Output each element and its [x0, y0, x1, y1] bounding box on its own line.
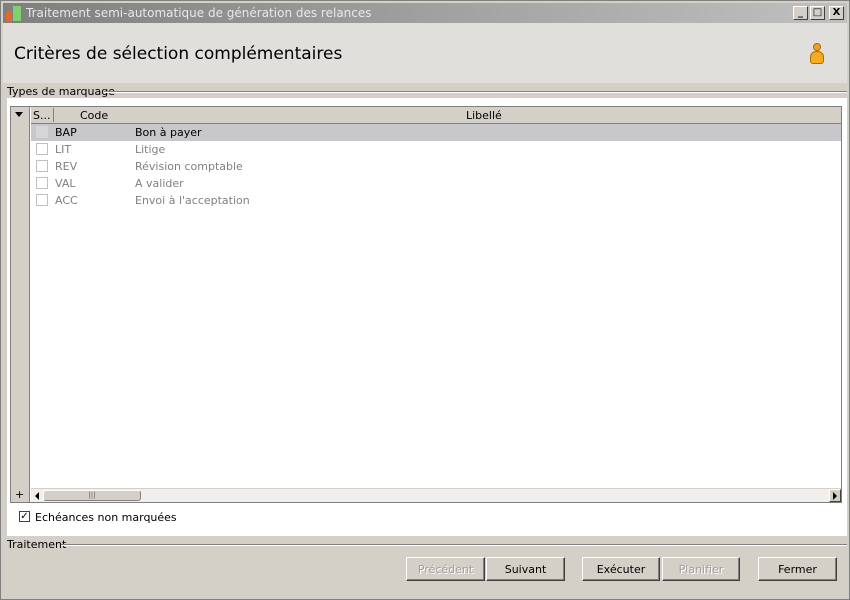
previous-button[interactable]: Précédent [406, 557, 485, 581]
column-separator[interactable] [53, 108, 54, 122]
types-group-divider [104, 91, 847, 93]
row-checkbox[interactable] [36, 143, 48, 155]
title-bar[interactable]: Traitement semi-automatique de génératio… [3, 3, 847, 23]
table-row[interactable]: REV Révision comptable [31, 158, 841, 175]
grid-header: S... Code Libellé [31, 107, 841, 124]
cell-libelle: Litige [135, 143, 166, 156]
row-checkbox[interactable] [36, 177, 48, 189]
traitement-group-label: Traitement [7, 538, 67, 551]
scroll-left-icon[interactable] [31, 489, 43, 502]
page-title: Critères de sélection complémentaires [14, 44, 343, 64]
schedule-button[interactable]: Planifier [662, 557, 740, 581]
types-group-label: Types de marquage [7, 85, 115, 98]
cell-code: VAL [55, 177, 76, 190]
window-title: Traitement semi-automatique de génératio… [26, 6, 372, 20]
echeances-label[interactable]: Echéances non marquées [35, 511, 177, 524]
row-checkbox[interactable] [36, 160, 48, 172]
row-checkbox[interactable] [36, 194, 48, 206]
cell-code: LIT [55, 143, 72, 156]
execute-button[interactable]: Exécuter [582, 557, 660, 581]
app-icon [6, 5, 22, 21]
cell-libelle: A valider [135, 177, 184, 190]
maximize-button[interactable]: □ [810, 6, 825, 20]
table-row[interactable]: ACC Envoi à l'acceptation [31, 192, 841, 209]
scroll-right-icon[interactable] [829, 489, 841, 502]
page-header: Critères de sélection complémentaires [3, 23, 847, 83]
cell-libelle: Bon à payer [135, 126, 202, 139]
next-button[interactable]: Suivant [486, 557, 565, 581]
cell-libelle: Envoi à l'acceptation [135, 194, 250, 207]
row-checkbox[interactable] [36, 126, 48, 138]
user-icon[interactable] [809, 43, 825, 65]
table-row[interactable]: BAP Bon à payer [31, 124, 841, 141]
scrollbar-thumb[interactable]: ||| [43, 490, 141, 501]
column-header-select[interactable]: S... [33, 109, 50, 122]
main-window: Traitement semi-automatique de génératio… [0, 0, 850, 600]
cell-libelle: Révision comptable [135, 160, 243, 173]
window-controls: _ □ X [793, 6, 844, 20]
add-row-icon[interactable]: + [15, 488, 24, 501]
cell-code: BAP [55, 126, 77, 139]
chevron-down-icon[interactable] [15, 112, 23, 117]
table-row[interactable]: LIT Litige [31, 141, 841, 158]
close-button[interactable]: X [829, 6, 844, 20]
table-row[interactable]: VAL A valider [31, 175, 841, 192]
traitement-group-divider [61, 544, 847, 546]
echeances-checkbox[interactable]: ✓ [19, 511, 30, 522]
column-header-libelle[interactable]: Libellé [466, 109, 502, 122]
marking-types-grid: + S... Code Libellé BAP Bon à payer LIT … [10, 106, 842, 503]
close-window-button[interactable]: Fermer [758, 557, 837, 581]
column-header-code[interactable]: Code [80, 109, 108, 122]
cell-code: REV [55, 160, 78, 173]
horizontal-scrollbar[interactable]: ||| [31, 488, 841, 502]
minimize-button[interactable]: _ [793, 6, 808, 20]
cell-code: ACC [55, 194, 78, 207]
grid-row-selector: + [11, 107, 30, 502]
